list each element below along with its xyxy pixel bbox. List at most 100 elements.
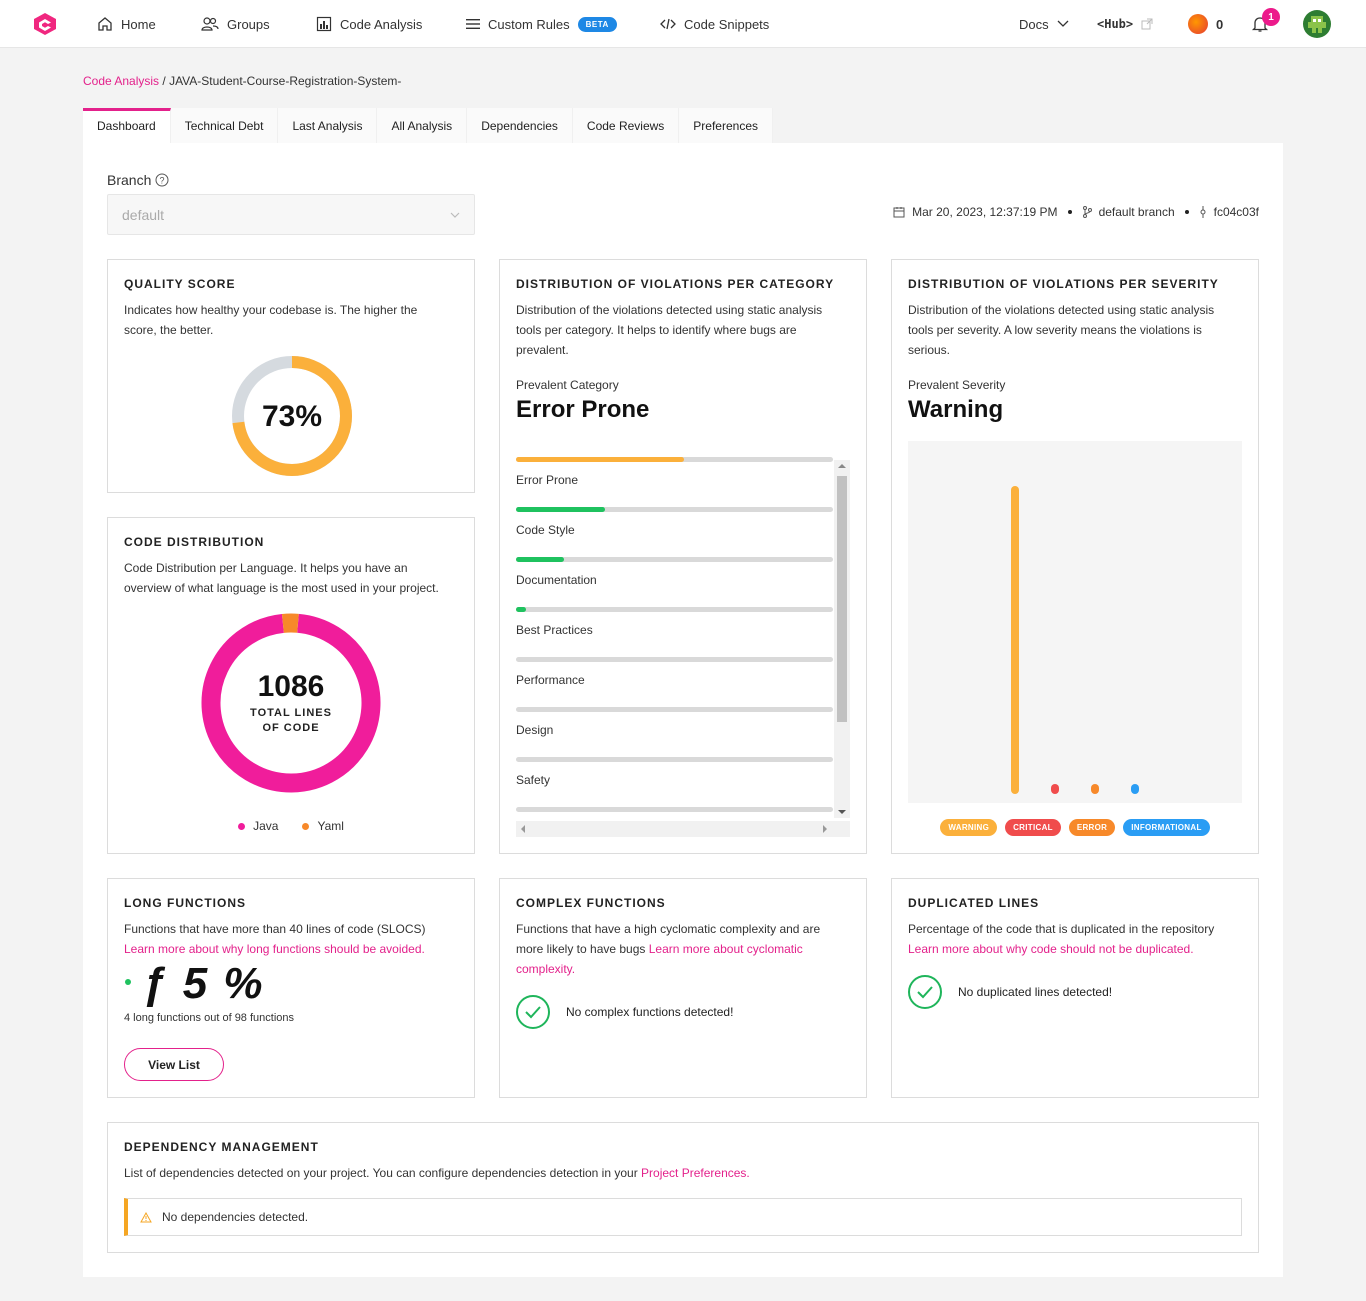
long-functions-learn-more-link[interactable]: Learn more about why long functions shou… xyxy=(124,939,426,959)
complex-functions-desc: Functions that have a high cyclomatic co… xyxy=(516,919,820,979)
docs-dropdown[interactable]: Docs xyxy=(1019,0,1069,48)
long-functions-desc-text: Functions that have more than 40 lines o… xyxy=(124,922,426,936)
long-functions-percentage: ƒ 5 % xyxy=(142,959,265,1008)
duplicated-lines-card: DUPLICATED LINES Percentage of the code … xyxy=(891,878,1259,1098)
tab-code-reviews[interactable]: Code Reviews xyxy=(572,108,680,143)
category-bar-list[interactable]: Error Prone Code Style Documentation Best P… xyxy=(516,457,850,837)
category-vertical-scrollbar[interactable] xyxy=(834,460,850,818)
branch-label-text: Branch xyxy=(107,172,152,188)
violations-severity-title: DISTRIBUTION OF VIOLATIONS PER SEVERITY xyxy=(908,277,1219,291)
severity-bar[interactable] xyxy=(1131,784,1139,794)
tab-dashboard[interactable]: Dashboard xyxy=(83,108,171,143)
analysis-commit[interactable]: fc04c03f xyxy=(1214,205,1259,219)
severity-legend-pill[interactable]: ERROR xyxy=(1068,819,1116,836)
meta-separator xyxy=(1067,210,1072,214)
nav-code-analysis[interactable]: Code Analysis xyxy=(316,0,422,48)
branch-select-value: default xyxy=(122,206,165,223)
commit-icon xyxy=(1200,206,1206,218)
complex-functions-title: COMPLEX FUNCTIONS xyxy=(516,896,666,910)
complex-functions-ok-text: No complex functions detected! xyxy=(566,1005,734,1019)
severity-legend-pill[interactable]: INFORMATIONAL xyxy=(1123,819,1210,836)
coins-counter[interactable]: 0 xyxy=(1188,0,1223,48)
legend-yaml[interactable]: Yaml xyxy=(302,819,344,833)
scroll-left-arrow-icon[interactable] xyxy=(520,825,526,833)
tab-technical-debt[interactable]: Technical Debt xyxy=(170,108,279,143)
violations-severity-desc: Distribution of the violations detected … xyxy=(908,300,1214,360)
complex-functions-learn-more-link-2[interactable]: complexity. xyxy=(516,959,820,979)
scroll-down-arrow-icon[interactable] xyxy=(838,809,846,815)
code-distribution-donut: 1086 TOTAL LINES OF CODE xyxy=(201,613,381,793)
tab-dependencies[interactable]: Dependencies xyxy=(467,108,573,143)
category-label: Documentation xyxy=(516,573,597,587)
violations-category-title: DISTRIBUTION OF VIOLATIONS PER CATEGORY xyxy=(516,277,835,291)
user-avatar[interactable] xyxy=(1303,10,1331,38)
view-list-button[interactable]: View List xyxy=(124,1048,224,1081)
top-navbar: Home Groups Code Analysis Custom Rules B… xyxy=(0,0,1366,48)
category-horizontal-scrollbar[interactable] xyxy=(516,821,850,837)
severity-bar[interactable] xyxy=(1091,784,1099,794)
category-label: Performance xyxy=(516,673,585,687)
category-label: Code Style xyxy=(516,523,575,537)
prevalent-category-label: Prevalent Category xyxy=(516,378,619,392)
category-bar-track xyxy=(516,457,833,462)
quality-desc-line-2: score, the better. xyxy=(124,323,214,337)
code-distribution-desc-line-1: Code Distribution per Language. It helps… xyxy=(124,561,408,575)
dependency-management-title: DEPENDENCY MANAGEMENT xyxy=(124,1140,319,1154)
category-bar-track xyxy=(516,757,833,762)
category-bar-fill xyxy=(516,507,605,512)
tab-all-analysis[interactable]: All Analysis xyxy=(377,108,468,143)
severity-bar[interactable] xyxy=(1051,784,1059,794)
coins-count: 0 xyxy=(1216,16,1224,32)
scroll-right-arrow-icon[interactable] xyxy=(822,825,828,833)
nav-home[interactable]: Home xyxy=(97,0,156,48)
severity-legend-pill[interactable]: CRITICAL xyxy=(1005,819,1061,836)
duplicated-lines-desc-text: Percentage of the code that is duplicate… xyxy=(908,922,1215,936)
category-bar-fill xyxy=(516,557,564,562)
nav-groups[interactable]: Groups xyxy=(201,0,270,48)
duplicated-lines-title: DUPLICATED LINES xyxy=(908,896,1040,910)
legend-yaml-label: Yaml xyxy=(317,819,344,833)
complex-functions-learn-more-link[interactable]: Learn more about cyclomatic xyxy=(649,942,803,956)
donut-slice-java[interactable] xyxy=(201,613,381,793)
scroll-up-arrow-icon[interactable] xyxy=(838,463,846,469)
prevalent-severity-label: Prevalent Severity xyxy=(908,378,1006,392)
violations-severity-desc-1: Distribution of the violations detected … xyxy=(908,303,1215,317)
nav-code-snippets[interactable]: Code Snippets xyxy=(660,0,769,48)
breadcrumb-root-link[interactable]: Code Analysis xyxy=(83,74,159,88)
code-distribution-card: CODE DISTRIBUTION Code Distribution per … xyxy=(107,517,475,854)
long-functions-count: 4 long functions out of 98 functions xyxy=(124,1012,295,1024)
tab-preferences[interactable]: Preferences xyxy=(679,108,773,143)
duplicated-lines-learn-more-link[interactable]: Learn more about why code should not be … xyxy=(908,939,1214,959)
tab-last-analysis[interactable]: Last Analysis xyxy=(278,108,378,143)
legend-java[interactable]: Java xyxy=(238,819,278,833)
codiga-logo-icon[interactable] xyxy=(32,12,58,36)
category-bar-track xyxy=(516,557,833,562)
nav-code-snippets-label: Code Snippets xyxy=(684,16,770,32)
project-preferences-link[interactable]: Project Preferences. xyxy=(641,1166,750,1180)
category-label: Safety xyxy=(516,773,551,787)
chevron-down-icon xyxy=(450,212,460,218)
hub-label: <Hub> xyxy=(1097,17,1134,31)
scrollbar-thumb[interactable] xyxy=(837,476,847,722)
category-bar-track xyxy=(516,507,833,512)
dependency-management-desc: List of dependencies detected on your pr… xyxy=(124,1163,750,1183)
help-icon[interactable]: ? xyxy=(155,173,169,187)
hub-link[interactable]: <Hub> xyxy=(1097,0,1153,48)
branch-icon xyxy=(1082,206,1092,218)
language-legend: Java Yaml xyxy=(108,819,474,833)
breadcrumb: Code Analysis / JAVA-Student-Course-Regi… xyxy=(83,74,401,88)
analysis-meta: Mar 20, 2023, 12:37:19 PM default branch… xyxy=(893,205,1259,219)
complex-functions-desc-2: more likely to have bugs xyxy=(516,942,649,956)
severity-bar[interactable] xyxy=(1011,486,1019,794)
branch-select[interactable]: default xyxy=(107,194,475,235)
beta-badge: BETA xyxy=(577,16,617,32)
complex-functions-card: COMPLEX FUNCTIONS Functions that have a … xyxy=(499,878,867,1098)
code-distribution-desc-line-2: overview of what language is the most us… xyxy=(124,581,439,595)
tab-bar: Dashboard Technical Debt Last Analysis A… xyxy=(83,108,773,143)
category-bar-fill xyxy=(516,607,526,612)
violations-category-desc-1: Distribution of the violations detected … xyxy=(516,303,823,317)
nav-custom-rules[interactable]: Custom Rules BETA xyxy=(466,0,617,48)
category-label: Best Practices xyxy=(516,623,593,637)
severity-legend-pill[interactable]: WARNING xyxy=(940,819,998,836)
category-label: Design xyxy=(516,723,554,737)
